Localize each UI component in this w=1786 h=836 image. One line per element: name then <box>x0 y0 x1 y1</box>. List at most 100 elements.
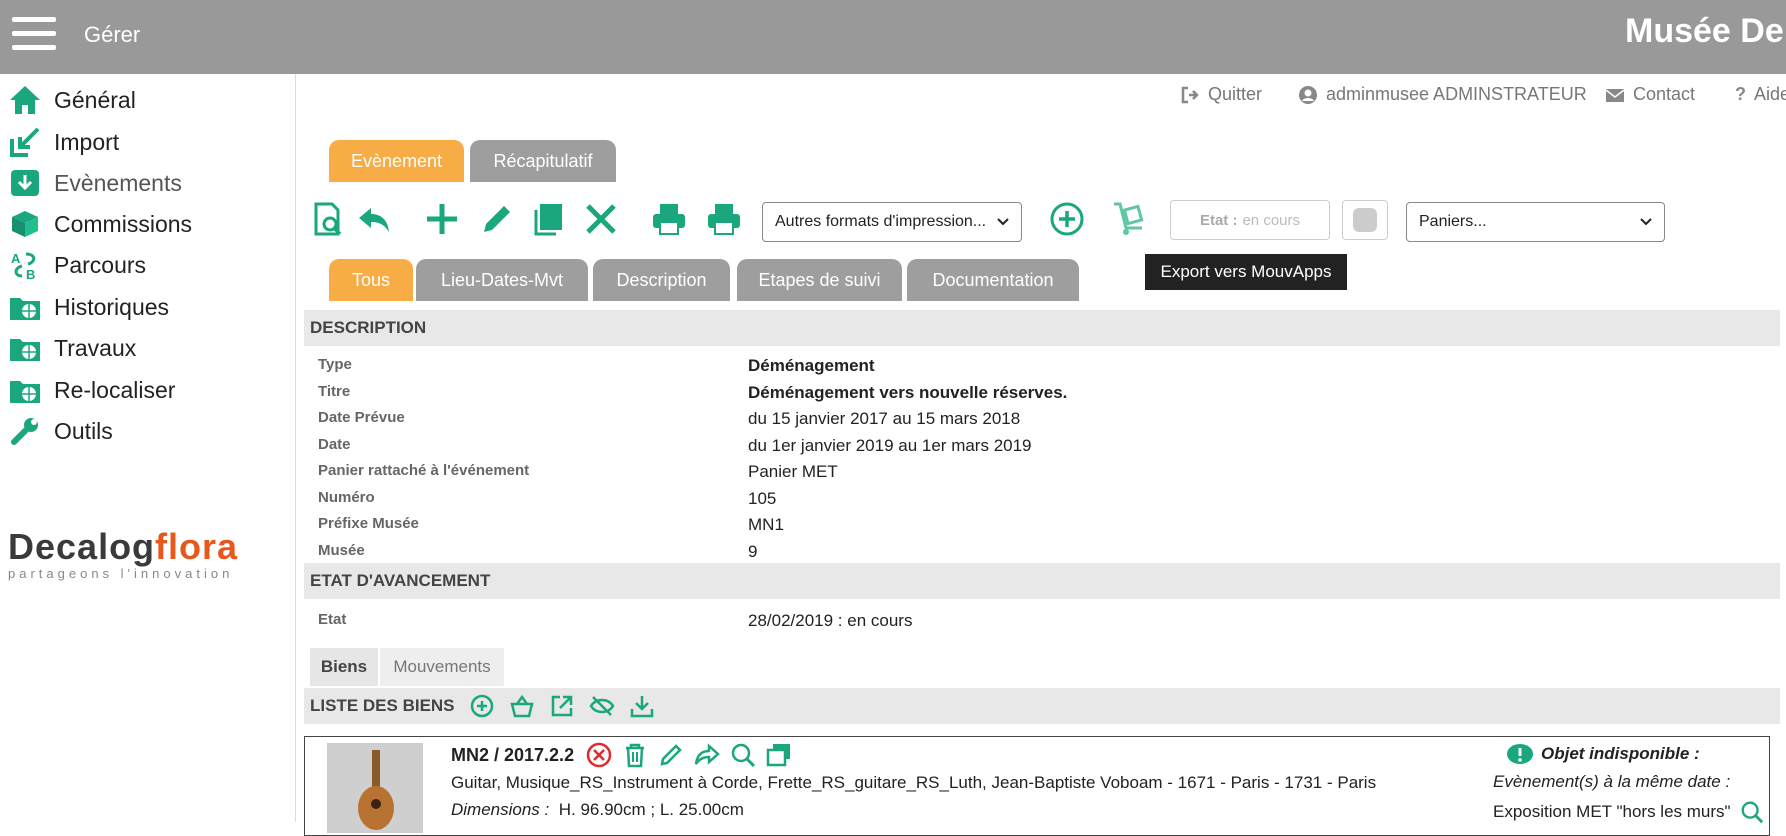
export-mouvapps-button[interactable] <box>1110 200 1148 238</box>
plus-icon <box>427 204 457 234</box>
print-button[interactable] <box>650 200 688 238</box>
trash-icon[interactable] <box>621 741 649 769</box>
pencil-icon[interactable] <box>657 741 685 769</box>
hand-truck-icon <box>1114 202 1144 235</box>
sidebar-item-travaux[interactable]: Travaux <box>8 328 136 368</box>
tab-tous[interactable]: Tous <box>329 259 413 301</box>
list-header: LISTE DES BIENS <box>304 688 1780 724</box>
exposition-link[interactable]: Exposition MET "hors les murs" <box>1493 799 1765 825</box>
eye-slash-icon[interactable] <box>589 693 615 719</box>
import-icon <box>10 127 40 157</box>
app-brand: Musée De <box>1625 12 1784 50</box>
sidebar-item-evenements[interactable]: Evènements <box>8 163 182 203</box>
field-date: Date du 1er janvier 2019 au 1er mars 2019 <box>318 436 1032 455</box>
sidebar-item-general[interactable]: Général <box>8 80 136 120</box>
chevron-down-icon <box>1640 218 1652 226</box>
commissions-icon <box>12 211 38 237</box>
edit-button[interactable] <box>478 200 516 238</box>
windows-icon[interactable] <box>765 741 793 769</box>
top-bar: Gérer Musée De <box>0 0 1786 74</box>
guitar-image <box>328 744 422 832</box>
user-circle-icon <box>1299 85 1317 104</box>
question-icon: ? <box>1735 84 1746 104</box>
avancement-header: ETAT D'AVANCEMENT <box>304 563 1780 599</box>
download-icon[interactable] <box>629 693 655 719</box>
search-icon[interactable] <box>729 741 757 769</box>
reply-arrow-icon <box>359 208 389 232</box>
tab-description[interactable]: Description <box>593 259 730 301</box>
guitar-thumbnail[interactable] <box>327 743 423 833</box>
tooltip: Export vers MouvApps <box>1145 254 1347 290</box>
list-item: MN2 / 2017.2.2 Guitar, Musique_RS_Instru… <box>304 736 1770 836</box>
paniers-select[interactable]: Paniers... <box>1406 202 1665 242</box>
sidebar-item-label: Général <box>54 86 136 113</box>
copy-icon <box>534 204 562 236</box>
hamburger-menu-icon[interactable] <box>12 17 56 51</box>
print-formats-select[interactable]: Autres formats d'impression... <box>762 202 1022 242</box>
sidebar-item-label: Evènements <box>54 169 182 196</box>
sidebar-item-import[interactable]: Import <box>8 122 119 162</box>
relocaliser-icon <box>10 381 40 403</box>
external-link-icon[interactable] <box>549 693 575 719</box>
add-button[interactable] <box>423 200 461 238</box>
contact-link[interactable]: Contact <box>1605 84 1695 105</box>
undo-button[interactable] <box>355 200 393 238</box>
tab-documentation[interactable]: Documentation <box>907 259 1079 301</box>
help-link[interactable]: ? Aide <box>1735 84 1786 105</box>
stop-icon <box>1353 208 1377 232</box>
stop-button[interactable] <box>1342 200 1388 240</box>
envelope-icon <box>1605 88 1625 102</box>
field-type: Type Déménagement <box>318 356 875 375</box>
unavailable-notice: Objet indisponible : <box>1505 743 1700 765</box>
duplicate-button[interactable] <box>530 200 568 238</box>
sidebar-item-label: Re-localiser <box>54 376 176 403</box>
tab-biens[interactable]: Biens <box>310 648 378 686</box>
menu-label[interactable]: Gérer <box>84 22 140 48</box>
preview-search-button[interactable] <box>310 200 348 238</box>
user-account-link[interactable]: adminmusee ADMINSTRATEUR <box>1298 84 1587 105</box>
tab-evenement[interactable]: Evènement <box>329 140 464 182</box>
home-icon <box>10 86 40 114</box>
print-list-button[interactable] <box>705 200 743 238</box>
chevron-down-icon <box>997 218 1009 226</box>
tab-etapes-suivi[interactable]: Etapes de suivi <box>737 259 902 301</box>
svg-text:B: B <box>26 267 35 282</box>
field-date-prevue: Date Prévue du 15 janvier 2017 au 15 mars… <box>318 409 1021 428</box>
decalog-logo: Decalogflora partageons l'innovation <box>8 526 239 581</box>
alert-icon <box>1507 744 1533 764</box>
quit-link[interactable]: Quitter <box>1180 84 1262 105</box>
travaux-icon <box>10 339 40 361</box>
tab-mouvements[interactable]: Mouvements <box>380 648 504 686</box>
description-header: DESCRIPTION <box>304 310 1780 346</box>
sign-out-icon <box>1181 86 1199 103</box>
remove-circle-icon[interactable] <box>585 741 613 769</box>
wrench-icon <box>11 418 38 445</box>
plus-circle-icon[interactable] <box>469 693 495 719</box>
same-date-label: Evènement(s) à la même date : <box>1493 772 1731 791</box>
sidebar-item-label: Commissions <box>54 210 193 237</box>
sidebar-item-label: Historiques <box>54 293 170 320</box>
search-icon[interactable] <box>1739 799 1765 825</box>
sidebar-item-relocaliser[interactable]: Re-localiser <box>8 370 175 410</box>
historiques-icon <box>10 298 40 320</box>
add-circle-button[interactable] <box>1048 200 1086 238</box>
item-reference[interactable]: MN2 / 2017.2.2 <box>451 745 574 766</box>
sidebar-item-parcours[interactable]: AB Parcours <box>8 245 146 285</box>
field-titre: Titre Déménagement vers nouvelle réserves… <box>318 383 1068 402</box>
sidebar-item-outils[interactable]: Outils <box>8 411 113 451</box>
share-icon[interactable] <box>693 741 721 769</box>
tab-lieu-dates-mvt[interactable]: Lieu-Dates-Mvt <box>416 259 588 301</box>
plus-circle-icon <box>1050 202 1084 236</box>
item-dimensions: Dimensions : H. 96.90cm ; L. 25.00cm <box>451 800 744 819</box>
tab-recapitulatif[interactable]: Récapitulatif <box>470 140 616 182</box>
close-icon <box>586 204 616 234</box>
delete-button[interactable] <box>582 200 620 238</box>
sidebar-item-historiques[interactable]: Historiques <box>8 287 169 327</box>
field-prefixe: Préfixe Musée MN1 <box>318 515 784 534</box>
basket-icon[interactable] <box>509 693 535 719</box>
sidebar-item-label: Parcours <box>54 251 147 278</box>
item-actions <box>585 741 793 769</box>
printer-icon <box>653 204 685 235</box>
sidebar-item-commissions[interactable]: Commissions <box>8 204 192 244</box>
parcours-icon: AB <box>11 251 35 282</box>
